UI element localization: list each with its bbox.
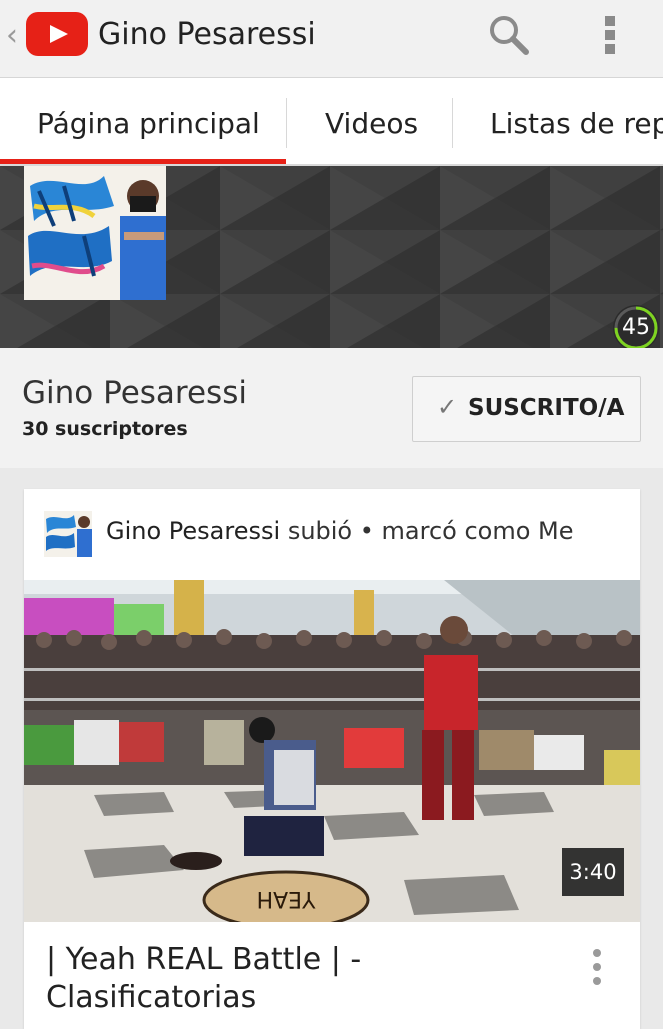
search-icon[interactable] (486, 12, 532, 58)
tab-divider (452, 98, 453, 148)
channel-avatar[interactable] (24, 166, 166, 300)
channel-tabs: Página principal Videos Listas de repr (0, 78, 663, 166)
channel-info-section: Gino Pesaressi 30 suscriptores ✓ SUSCRIT… (0, 348, 663, 468)
check-icon: ✓ (437, 393, 458, 421)
progress-counter: 45 (611, 303, 661, 353)
top-app-bar: ‹ Gino Pesaressi (0, 0, 663, 78)
video-options-icon[interactable] (590, 949, 604, 985)
tab-home[interactable]: Página principal (37, 78, 260, 164)
youtube-logo-icon[interactable] (26, 12, 88, 56)
back-chevron-icon[interactable]: ‹ (6, 18, 18, 54)
tab-videos[interactable]: Videos (325, 78, 418, 164)
activity-header: Gino Pesaressi subió • marcó como Me (106, 517, 626, 545)
active-tab-indicator (0, 159, 286, 164)
activity-text: subió • marcó como Me (287, 517, 574, 545)
subscriber-count: 30 suscriptores (22, 418, 188, 440)
subscribed-button[interactable]: ✓ SUSCRITO/A (412, 376, 641, 442)
subscribed-label: SUSCRITO/A (468, 395, 625, 421)
svg-text:YEAH: YEAH (257, 886, 317, 911)
counter-value: 45 (622, 315, 650, 340)
video-duration: 3:40 (562, 848, 624, 896)
tab-divider (286, 98, 287, 148)
channel-title: Gino Pesaressi (98, 17, 316, 52)
channel-name: Gino Pesaressi (22, 375, 247, 411)
more-options-icon[interactable] (596, 12, 624, 58)
uploader-avatar[interactable] (44, 511, 92, 557)
channel-banner (0, 166, 663, 348)
video-title[interactable]: | Yeah REAL Battle | - Clasificatorias (46, 941, 566, 1017)
activity-card: Gino Pesaressi subió • marcó como Me YEA… (24, 489, 640, 1029)
tab-playlists[interactable]: Listas de repr (490, 78, 663, 164)
video-thumbnail[interactable]: YEAH 3:40 (24, 580, 640, 922)
uploader-name[interactable]: Gino Pesaressi (106, 517, 280, 545)
